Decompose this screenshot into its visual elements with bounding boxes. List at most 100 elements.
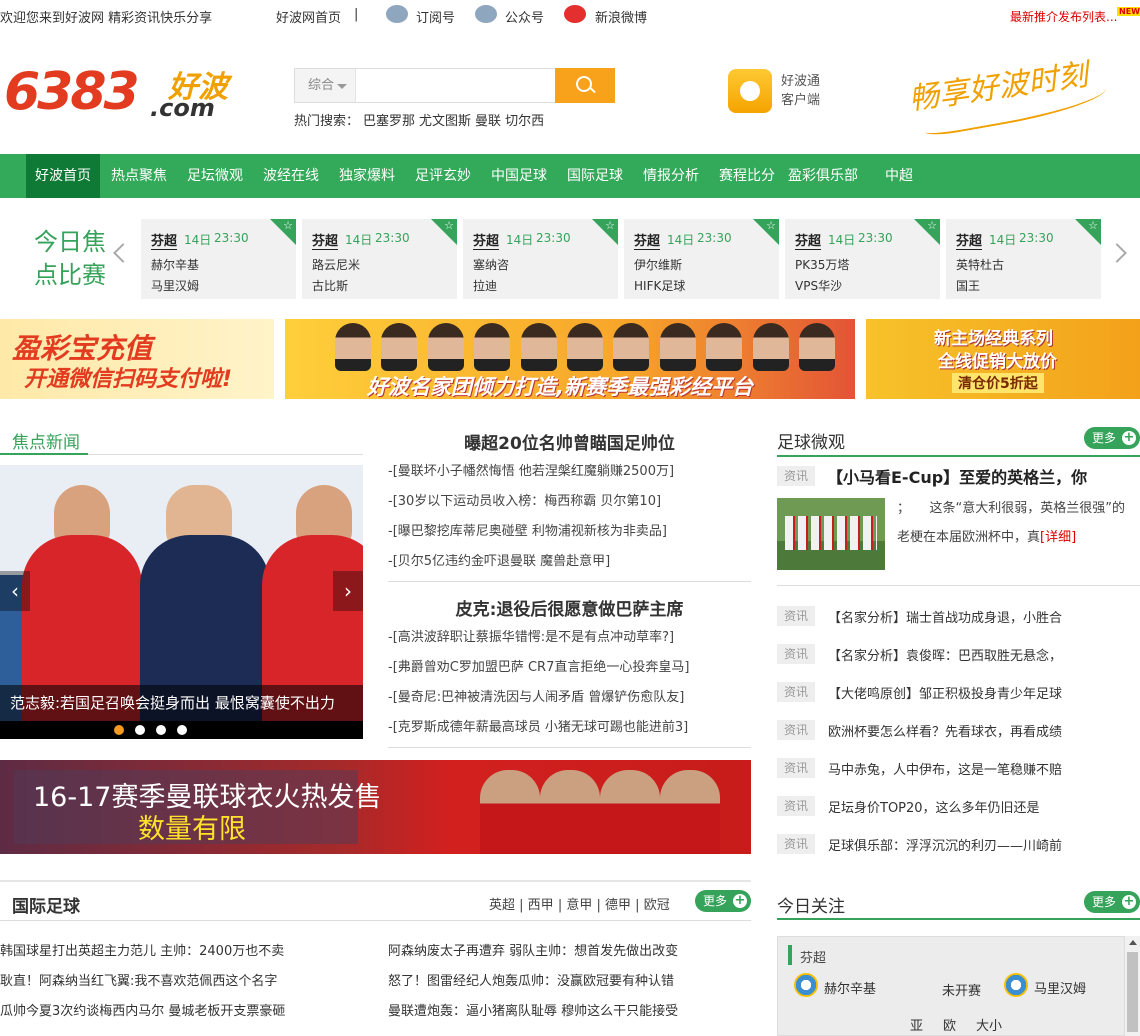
news-item[interactable]: -[曼联坏小子幡然悔悟 他若涅槃红魔躺赚2500万]: [388, 457, 751, 487]
tab[interactable]: 德甲: [605, 898, 631, 913]
tab[interactable]: 意甲: [566, 898, 592, 913]
odds-tab[interactable]: 欧: [943, 1015, 956, 1034]
odds-tab[interactable]: 亚: [910, 1015, 923, 1034]
star-icon[interactable]: ☆: [444, 219, 454, 232]
jersey-promo-banner[interactable]: 新主场经典系列 全线促销大放价 清仓价5折起: [866, 319, 1140, 399]
list-item-title[interactable]: 【名家分析】瑞士首战功成身退，小胜合: [828, 607, 1062, 626]
more-button[interactable]: 更多 +: [695, 890, 751, 912]
slider-dot[interactable]: [177, 725, 187, 735]
slider-dot[interactable]: [114, 725, 124, 735]
match-card[interactable]: ☆ 芬超 14日 23:30 赫尔辛基 马里汉姆: [141, 219, 296, 299]
nav-item[interactable]: 中超: [885, 154, 913, 198]
slider-dot[interactable]: [156, 725, 166, 735]
scroll-up-icon[interactable]: [1129, 940, 1137, 945]
headline[interactable]: 曝超20位名帅曾瞄国足帅位: [388, 429, 751, 454]
site-logo[interactable]: 6383 好波 .com: [4, 58, 244, 130]
nav-item[interactable]: 盈彩俱乐部: [788, 154, 858, 198]
match-card[interactable]: ☆ 芬超 14日 23:30 伊尔维斯 HIFK足球: [624, 219, 779, 299]
star-icon[interactable]: ☆: [766, 219, 776, 232]
divider: [0, 880, 751, 882]
nav-item[interactable]: 中国足球: [491, 154, 547, 198]
subscribe-link[interactable]: 订阅号: [416, 7, 455, 26]
hot-term[interactable]: 巴塞罗那: [363, 114, 415, 129]
news-item[interactable]: -[高洪波辞职让蔡振华错愕:是不是有点冲动草率?]: [388, 623, 751, 653]
news-item[interactable]: -[曼奇尼:巴神被清洗因与人闹矛盾 曾爆铲伤愈队友]: [388, 683, 751, 713]
slider-caption[interactable]: 范志毅:若国足召唤会挺身而出 最恨窝囊使不出力: [0, 685, 363, 721]
nav-item[interactable]: 足评玄妙: [415, 154, 471, 198]
nav-item[interactable]: 波经在线: [263, 154, 319, 198]
news-item[interactable]: -[克罗斯成德年薪最高球员 小猪无球可踢也能进前3]: [388, 713, 751, 743]
nav-item[interactable]: 国际足球: [567, 154, 623, 198]
list-item-title[interactable]: 马中赤兔，人中伊布，这是一笔稳赚不赔: [828, 759, 1062, 778]
nav-item[interactable]: 热点聚焦: [111, 154, 167, 198]
news-item[interactable]: 怒了！图雷经纪人炮轰瓜帅：没赢欧冠要有种认错: [388, 967, 751, 997]
news-item[interactable]: 曼联遭炮轰：逼小猪离队耻辱 穆帅这么干只能接受: [388, 997, 751, 1027]
nav-item[interactable]: 情报分析: [643, 154, 699, 198]
divider: [777, 585, 1140, 586]
nav-item[interactable]: 独家爆料: [339, 154, 395, 198]
app-icon[interactable]: [728, 69, 772, 113]
search-category-select[interactable]: 综合: [295, 69, 356, 102]
odds-tab[interactable]: 大小: [976, 1015, 1002, 1034]
featured-title[interactable]: 【小马看E-Cup】至爱的英格兰，你: [827, 464, 1087, 488]
news-item[interactable]: 耿直！阿森纳当红飞翼:我不喜欢范佩西这个名字: [0, 967, 370, 997]
hot-term[interactable]: 曼联: [475, 114, 501, 129]
star-icon[interactable]: ☆: [927, 219, 937, 232]
more-button[interactable]: 更多 +: [1084, 891, 1140, 913]
star-icon[interactable]: ☆: [1088, 219, 1098, 232]
slider-next-button[interactable]: ›: [333, 571, 363, 611]
slider-prev-button[interactable]: ‹: [0, 571, 30, 611]
nav-item[interactable]: 足坛微观: [187, 154, 243, 198]
recharge-banner[interactable]: 盈彩宝充值 开通微信扫码支付啦!: [0, 319, 274, 399]
star-icon[interactable]: ☆: [605, 219, 615, 232]
match-card[interactable]: ☆ 芬超 14日 23:30 路云尼米 古比斯: [302, 219, 457, 299]
experts-banner[interactable]: 好波名家团倾力打造,新赛季最强彩经平台: [285, 319, 855, 399]
featured-tag: 资讯: [777, 466, 815, 486]
list-item-title[interactable]: 【名家分析】袁俊晖：巴西取胜无悬念，: [828, 645, 1062, 664]
logo-number: 6383: [4, 62, 140, 122]
list-item-title[interactable]: 【大佬鸣原创】邹正积极投身青少年足球: [828, 683, 1062, 702]
tab[interactable]: 欧冠: [644, 898, 670, 913]
match-card[interactable]: ☆ 芬超 14日 23:30 PK35万塔 VPS华沙: [785, 219, 940, 299]
search-input[interactable]: [357, 69, 555, 102]
search-button[interactable]: [555, 68, 615, 103]
app-link[interactable]: 好波通 客户端: [781, 72, 820, 110]
news-item[interactable]: -[30岁以下运动员收入榜：梅西称霸 贝尔第10]: [388, 487, 751, 517]
featured-thumbnail[interactable]: [777, 498, 885, 570]
scroll-thumb[interactable]: [1127, 952, 1138, 1032]
list-item-title[interactable]: 足球俱乐部：浮浮沉沉的利刃——川崎前: [828, 835, 1062, 854]
star-icon[interactable]: ☆: [283, 219, 293, 232]
tab[interactable]: 英超: [489, 898, 515, 913]
hot-term[interactable]: 尤文图斯: [419, 114, 471, 129]
home-link[interactable]: 好波网首页: [276, 7, 341, 26]
hot-term[interactable]: 切尔西: [505, 114, 544, 129]
nav-item-home[interactable]: 好波首页: [26, 154, 100, 198]
list-item-title[interactable]: 足坛身价TOP20，这么多年仍旧还是: [828, 797, 1040, 816]
jersey-sale-banner[interactable]: 16-17赛季曼联球衣火热发售 数量有限: [0, 760, 751, 854]
match-card[interactable]: ☆ 芬超 14日 23:30 英特杜古 国王: [946, 219, 1101, 299]
match-card[interactable]: ☆ 芬超 14日 23:30 塞纳咨 拉迪: [463, 219, 618, 299]
official-link[interactable]: 公众号: [505, 7, 544, 26]
today-match[interactable]: 芬超 赫尔辛基 未开赛 马里汉姆 亚 欧 大小: [777, 936, 1140, 1036]
news-item[interactable]: 阿森纳废太子再遭弃 弱队主帅：想首发先做出改变: [388, 937, 751, 967]
news-item[interactable]: 瓜帅今夏3次约谈梅西内马尔 曼城老板开支票豪砸: [0, 997, 370, 1027]
news-slider[interactable]: ‹ › 范志毅:若国足召唤会挺身而出 最恨窝囊使不出力: [0, 465, 363, 739]
more-button[interactable]: 更多 +: [1084, 427, 1140, 449]
away-team: 拉迪: [473, 279, 498, 293]
slider-dot[interactable]: [135, 725, 145, 735]
scrollbar[interactable]: [1124, 936, 1140, 1036]
news-item[interactable]: 韩国球星打出英超主力范儿 主帅：2400万也不卖: [0, 937, 370, 967]
today-status: 未开赛: [942, 984, 982, 999]
news-item[interactable]: -[贝尔5亿违约金吓退曼联 魔兽赴意甲]: [388, 547, 751, 577]
chevron-right-icon[interactable]: [1107, 243, 1127, 263]
tab[interactable]: 西甲: [528, 898, 554, 913]
nav-item[interactable]: 赛程比分: [719, 154, 775, 198]
weibo-link[interactable]: 新浪微博: [595, 7, 647, 26]
news-item[interactable]: -[曝巴黎挖库蒂尼奥碰壁 利物浦视新核为非卖品]: [388, 517, 751, 547]
headline[interactable]: 皮克:退役后很愿意做巴萨主席: [388, 595, 751, 620]
detail-link[interactable]: [详细]: [1040, 530, 1076, 545]
list-item-title[interactable]: 欧洲杯要怎么样看？先看球衣，再看成绩: [828, 721, 1062, 740]
news-item[interactable]: -[弗爵曾劝C罗加盟巴萨 CR7直言拒绝一心投奔皇马]: [388, 653, 751, 683]
latest-link[interactable]: 最新推介发布列表...: [1010, 8, 1117, 25]
chevron-left-icon[interactable]: [113, 243, 133, 263]
